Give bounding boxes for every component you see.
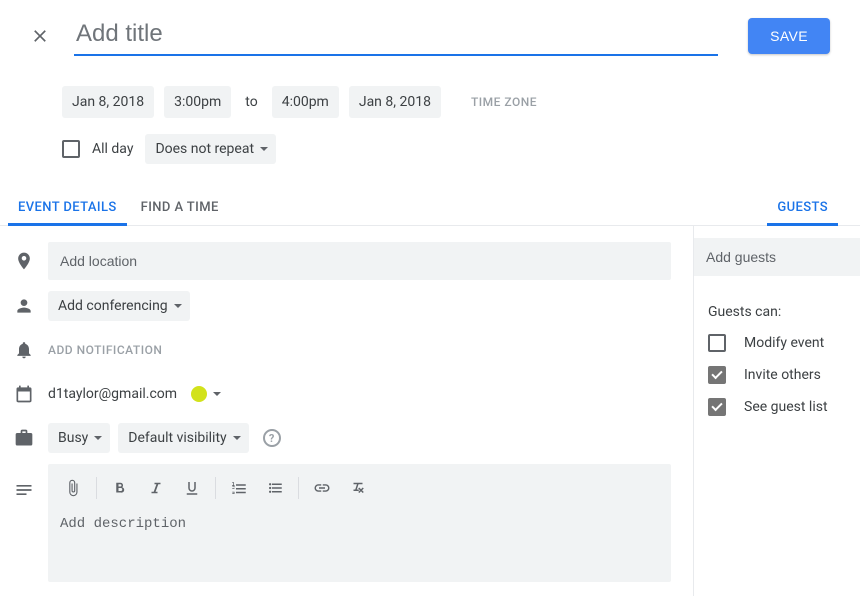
perm-guestlist-label: See guest list [744,399,828,415]
italic-button[interactable] [139,472,173,504]
repeat-dropdown[interactable]: Does not repeat [145,134,276,164]
perm-modify-checkbox[interactable] [708,334,726,352]
briefcase-icon [14,428,48,448]
end-date-chip[interactable]: Jan 8, 2018 [349,86,441,118]
color-dot-icon [191,386,207,402]
bold-icon [111,479,129,497]
allday-checkbox[interactable] [62,140,80,158]
separator [215,477,216,499]
organizer-email: d1taylor@gmail.com [48,386,177,402]
paperclip-icon [64,479,82,497]
close-button[interactable] [20,20,60,56]
ordered-list-icon [230,479,248,497]
help-icon[interactable]: ? [263,429,281,447]
timezone-button[interactable]: TIME ZONE [471,95,537,109]
bold-button[interactable] [103,472,137,504]
allday-label: All day [92,141,133,157]
visibility-dropdown[interactable]: Default visibility [118,423,248,453]
guests-can-label: Guests can: [708,304,850,320]
start-date-chip[interactable]: Jan 8, 2018 [62,86,154,118]
to-label: to [241,94,261,110]
availability-dropdown[interactable]: Busy [48,423,110,453]
guests-input[interactable] [694,238,860,276]
conferencing-label: Add conferencing [58,298,168,314]
link-icon [313,479,331,497]
calendar-icon [14,384,48,404]
save-button[interactable]: SAVE [748,18,830,54]
location-input[interactable] [48,242,671,280]
description-icon [14,480,48,500]
clear-format-icon [349,479,367,497]
attach-button[interactable] [56,472,90,504]
unordered-list-button[interactable] [258,472,292,504]
conferencing-dropdown[interactable]: Add conferencing [48,291,190,321]
title-input[interactable] [74,16,718,56]
separator [298,477,299,499]
ordered-list-button[interactable] [222,472,256,504]
chevron-down-icon [260,147,268,151]
perm-guestlist-checkbox[interactable] [708,398,726,416]
perm-modify-label: Modify event [744,335,824,351]
chevron-down-icon [233,436,241,440]
unordered-list-icon [266,479,284,497]
link-button[interactable] [305,472,339,504]
chevron-down-icon [94,436,102,440]
close-icon [30,26,50,46]
clear-format-button[interactable] [341,472,375,504]
add-notification-button[interactable]: ADD NOTIFICATION [48,343,162,357]
end-time-chip[interactable]: 4:00pm [272,86,339,118]
location-icon [14,251,48,271]
perm-invite-checkbox[interactable] [708,366,726,384]
separator [96,477,97,499]
availability-label: Busy [58,430,88,446]
chevron-down-icon [174,304,182,308]
underline-icon [183,479,201,497]
tab-guests[interactable]: GUESTS [765,190,840,225]
visibility-label: Default visibility [128,430,226,446]
conferencing-icon [14,296,48,316]
start-time-chip[interactable]: 3:00pm [164,86,231,118]
tab-event-details[interactable]: EVENT DETAILS [6,190,129,225]
description-input[interactable] [48,512,671,552]
perm-invite-label: Invite others [744,367,821,383]
underline-button[interactable] [175,472,209,504]
notification-icon [14,340,48,360]
italic-icon [147,479,165,497]
color-dropdown[interactable] [185,382,227,406]
tab-find-a-time[interactable]: FIND A TIME [129,190,231,225]
chevron-down-icon [213,392,221,396]
repeat-label: Does not repeat [155,141,254,157]
